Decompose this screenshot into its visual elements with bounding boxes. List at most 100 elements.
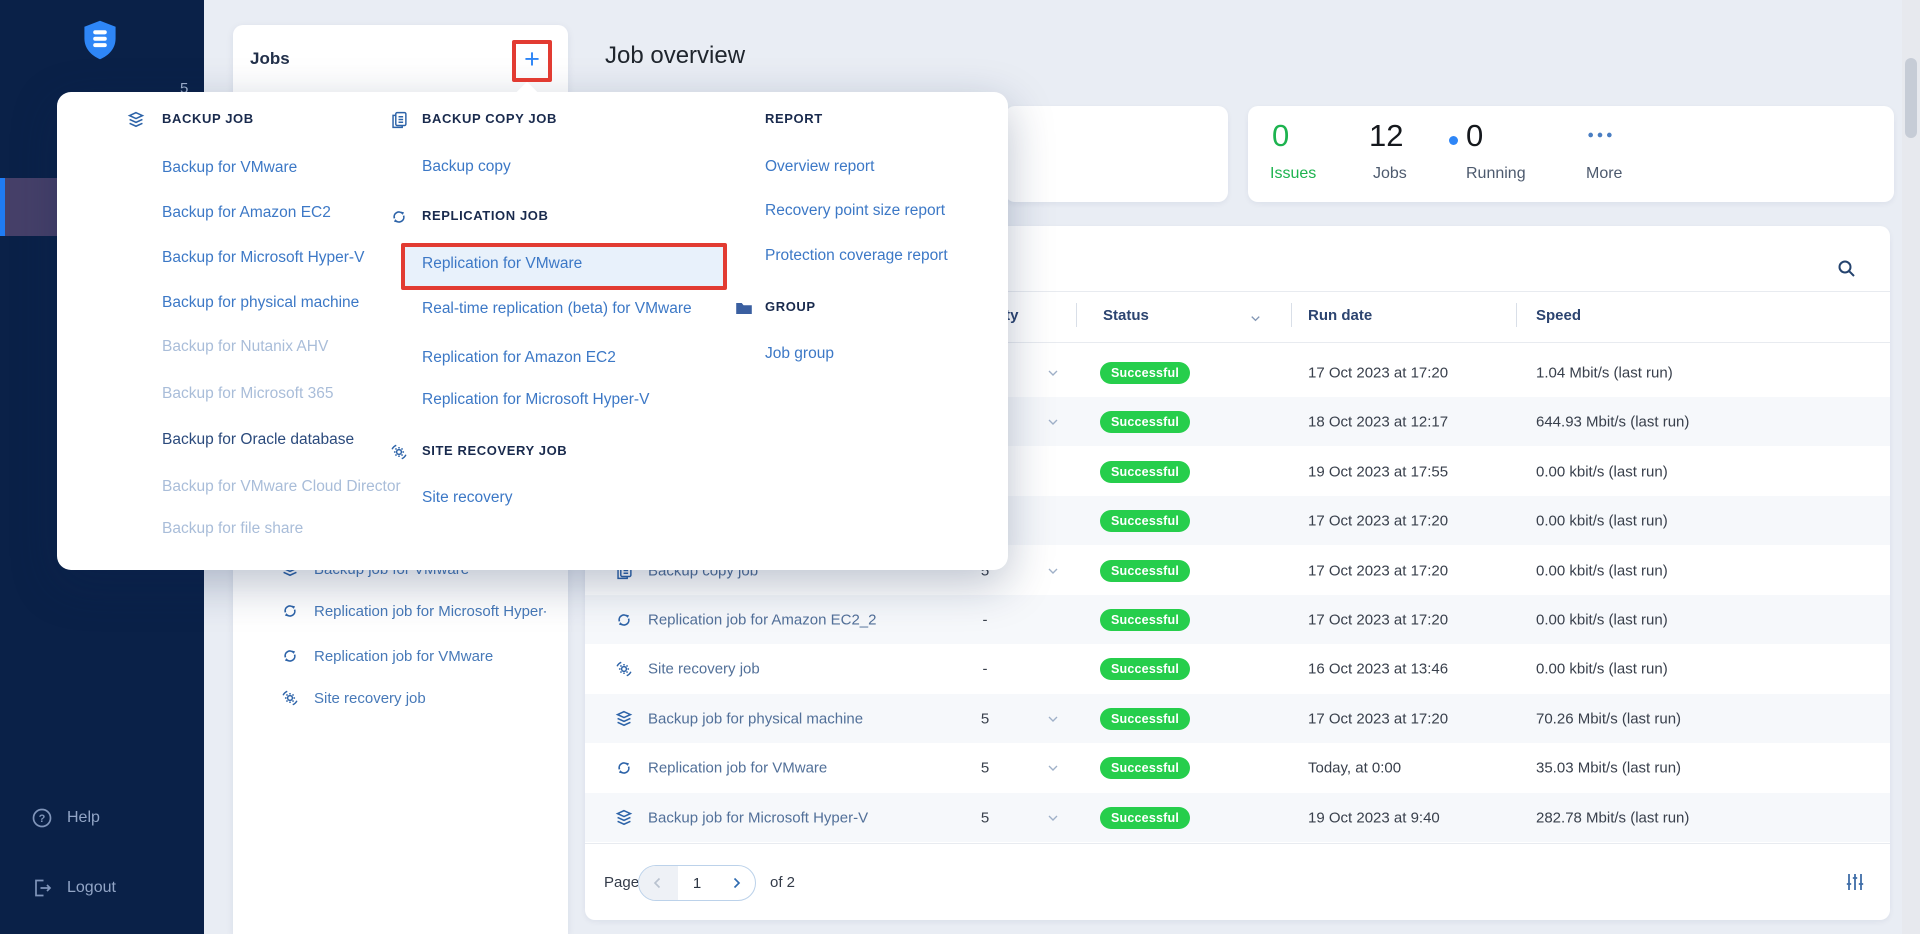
priority-value: 5 xyxy=(980,809,990,826)
previous-page-button chevron-left-icon[interactable] xyxy=(639,866,678,900)
menu-item-site-recovery[interactable]: Site recovery xyxy=(422,489,512,507)
menu-item-replication-for-vmware[interactable]: Replication for VMware xyxy=(422,255,582,273)
run-date: 18 Oct 2023 at 12:17 xyxy=(1308,413,1449,430)
speed: 282.78 Mbit/s (last run) xyxy=(1536,809,1690,826)
create-job-menu: BACKUP JOB Backup for VMware Backup for … xyxy=(57,81,1008,570)
menu-item-protection-coverage-report[interactable]: Protection coverage report xyxy=(765,247,948,265)
menu-item-replication-for-microsoft-hyper-v[interactable]: Replication for Microsoft Hyper-V xyxy=(422,391,649,409)
column-header-run-date[interactable]: Run date xyxy=(1308,307,1372,324)
expand-chevron-down-icon[interactable] xyxy=(1045,760,1061,776)
column-header-speed[interactable]: Speed xyxy=(1536,307,1581,324)
expand-chevron-down-icon[interactable] xyxy=(1045,365,1061,381)
replication-job-icon xyxy=(279,600,301,622)
help-icon xyxy=(30,806,54,830)
speed: 35.03 Mbit/s (last run) xyxy=(1536,759,1682,776)
expand-chevron-down-icon[interactable] xyxy=(1045,563,1061,579)
table-row[interactable]: Backup job for Microsoft Hyper-V 5 Succe… xyxy=(585,793,1890,842)
menu-item-backup-for-oracle-database[interactable]: Backup for Oracle database xyxy=(162,431,354,449)
run-date: 16 Oct 2023 at 13:46 xyxy=(1308,660,1449,677)
next-page-button chevron-right-icon[interactable] xyxy=(716,866,755,900)
column-header-status[interactable]: Status xyxy=(1103,307,1149,324)
menu-item-backup-for-file-share: Backup for file share xyxy=(162,520,304,537)
column-separator xyxy=(1076,303,1077,327)
table-search-button magnifier-icon[interactable] xyxy=(1834,256,1858,280)
replication-job-icon xyxy=(613,609,635,631)
menu-item-backup-for-nutanix-ahv: Backup for Nutanix AHV xyxy=(162,338,329,355)
help-button[interactable]: Help xyxy=(30,806,100,830)
logout-label: Logout xyxy=(67,879,116,896)
speed: 0.00 kbit/s (last run) xyxy=(1536,512,1668,529)
menu-item-backup-for-microsoft-hyper-v[interactable]: Backup for Microsoft Hyper-V xyxy=(162,249,364,267)
run-date: 17 Oct 2023 at 17:20 xyxy=(1308,512,1449,529)
menu-item-recovery-point-size-report[interactable]: Recovery point size report xyxy=(765,202,945,220)
menu-item-replication-for-amazon-ec2[interactable]: Replication for Amazon EC2 xyxy=(422,349,616,367)
site-recovery-job-icon xyxy=(388,441,410,463)
menu-item-backup-for-amazon-ec2[interactable]: Backup for Amazon EC2 xyxy=(162,204,331,222)
status-badge: Successful xyxy=(1100,806,1191,829)
job-name: Site recovery job xyxy=(648,660,760,677)
replication-job-icon xyxy=(613,757,635,779)
jobs-count: 12 xyxy=(1369,118,1404,153)
menu-item-job-group[interactable]: Job group xyxy=(765,345,834,363)
site-recovery-job-icon xyxy=(279,687,301,709)
tree-item-site-recovery[interactable]: Site recovery job xyxy=(279,687,426,709)
more-ellipsis-icon[interactable] xyxy=(1586,128,1614,142)
menu-item-backup-for-microsoft-365: Backup for Microsoft 365 xyxy=(162,385,334,402)
table-settings-button sliders-icon[interactable] xyxy=(1843,870,1867,894)
job-name: Backup job for physical machine xyxy=(648,710,864,727)
backup-job-icon xyxy=(125,109,147,131)
table-row[interactable]: Backup job for physical machine 5 Succes… xyxy=(585,694,1890,743)
column-separator xyxy=(1291,303,1292,327)
replication-job-icon xyxy=(279,645,301,667)
more-label[interactable]: More xyxy=(1586,165,1622,183)
status-sort-chevron-down-icon[interactable] xyxy=(1248,311,1263,326)
job-name: Replication job for VMware xyxy=(648,759,828,776)
priority-value: 5 xyxy=(980,710,990,727)
pagination-total: of 2 xyxy=(770,874,796,891)
divider xyxy=(585,843,1890,844)
run-date: 17 Oct 2023 at 17:20 xyxy=(1308,562,1449,579)
backup-copy-job-icon xyxy=(388,109,410,131)
menu-item-backup-copy[interactable]: Backup copy xyxy=(422,158,511,176)
scrollbar-track[interactable] xyxy=(1902,0,1920,934)
scrollbar-thumb[interactable] xyxy=(1905,58,1917,138)
app-logo shield-database-logo-icon[interactable] xyxy=(78,18,122,62)
jobs-label: Jobs xyxy=(1373,165,1407,182)
column-separator xyxy=(1516,303,1517,327)
logout-icon xyxy=(30,876,54,900)
site-recovery-job-icon xyxy=(613,658,635,680)
menu-section-header: GROUP xyxy=(765,299,816,314)
replication-job-icon xyxy=(388,206,410,228)
tree-item-replication-hyperv[interactable]: Replication job for Microsoft Hyper- xyxy=(279,600,546,622)
menu-item-backup-for-vmware-cloud-director: Backup for VMware Cloud Director xyxy=(162,478,401,495)
pagination-control: 1 xyxy=(638,865,756,901)
table-row[interactable]: Replication job for VMware 5 Successful … xyxy=(585,743,1890,792)
help-label: Help xyxy=(67,809,100,826)
status-badge: Successful xyxy=(1100,707,1191,730)
speed: 644.93 Mbit/s (last run) xyxy=(1536,413,1690,430)
table-row[interactable]: Replication job for Amazon EC2_2 - Succe… xyxy=(585,595,1890,644)
current-page-input[interactable]: 1 xyxy=(678,866,717,900)
expand-chevron-down-icon[interactable] xyxy=(1045,711,1061,727)
logout-button[interactable]: Logout xyxy=(30,876,116,900)
table-row[interactable]: Site recovery job - Successful 16 Oct 20… xyxy=(585,644,1890,693)
speed: 1.04 Mbit/s (last run) xyxy=(1536,364,1673,381)
run-date: 17 Oct 2023 at 17:20 xyxy=(1308,611,1449,628)
running-count: 0 xyxy=(1466,118,1484,153)
pagination-label: Page xyxy=(604,874,640,891)
priority-value: 5 xyxy=(980,759,990,776)
tree-item-replication-vmware[interactable]: Replication job for VMware xyxy=(279,645,493,667)
status-badge: Successful xyxy=(1100,657,1191,680)
expand-chevron-down-icon[interactable] xyxy=(1045,414,1061,430)
jobs-panel-title: Jobs xyxy=(250,49,290,68)
status-badge: Successful xyxy=(1100,559,1191,582)
job-name: Backup job for Microsoft Hyper-V xyxy=(648,809,869,826)
speed: 0.00 kbit/s (last run) xyxy=(1536,660,1668,677)
menu-item-backup-for-physical-machine[interactable]: Backup for physical machine xyxy=(162,294,359,312)
menu-section-header: REPORT xyxy=(765,111,823,126)
menu-item-backup-for-vmware[interactable]: Backup for VMware xyxy=(162,159,297,177)
priority-value: - xyxy=(982,660,988,677)
menu-item-overview-report[interactable]: Overview report xyxy=(765,158,874,176)
expand-chevron-down-icon[interactable] xyxy=(1045,810,1061,826)
menu-item-real-time-replication-beta-for-vmware[interactable]: Real-time replication (beta) for VMware xyxy=(422,300,692,318)
